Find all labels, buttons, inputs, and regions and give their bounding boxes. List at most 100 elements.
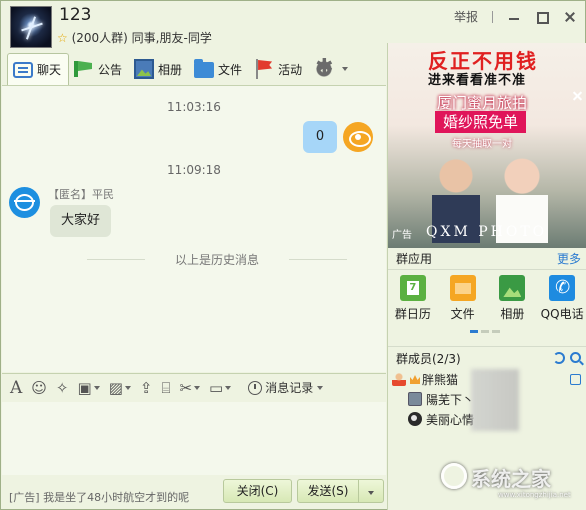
close-icon[interactable]	[572, 91, 582, 101]
tab-activity[interactable]: 活动	[249, 54, 309, 84]
phone-icon	[549, 275, 576, 301]
tab-album[interactable]: 相册	[129, 54, 189, 84]
member-avatar-icon	[408, 392, 422, 406]
close-button[interactable]: 关闭(C)	[223, 479, 292, 503]
ad-tag: 广告	[392, 230, 412, 241]
tab-label: 相册	[158, 62, 183, 77]
app-files[interactable]: 文件	[439, 273, 487, 325]
screenshot-icon[interactable]: ▨	[109, 378, 131, 398]
ad-promo-badge: 婚纱照免单	[435, 111, 527, 133]
footer-ad-text[interactable]: [广告] 我是坐了48小时航空才到的呢	[9, 489, 189, 505]
maximize-icon[interactable]	[535, 11, 549, 24]
app-qq-phone[interactable]: QQ电话	[538, 273, 586, 325]
message-input[interactable]	[2, 402, 386, 475]
settings-button[interactable]	[309, 54, 355, 84]
chevron-down-icon	[93, 385, 100, 390]
minimize-icon[interactable]	[507, 11, 521, 23]
other-message-bubble[interactable]: 大家好	[50, 205, 111, 237]
folder-icon	[449, 275, 476, 301]
history-label: 消息记录	[265, 381, 314, 395]
divider	[492, 10, 493, 23]
upload-icon[interactable]: ⇪	[140, 378, 153, 398]
crown-icon	[410, 375, 420, 384]
right-panel: 反正不用钱 进来看看准不准 厦门蜜月旅拍 婚纱照免单 每天抽取一对 广告 QXM…	[387, 43, 586, 510]
ad-banner[interactable]: 反正不用钱 进来看看准不准 厦门蜜月旅拍 婚纱照免单 每天抽取一对 广告 QXM…	[388, 43, 586, 248]
emoji-icon[interactable]: ☺	[31, 378, 47, 398]
chat-history[interactable]: 11:03:16 0 11:09:18 【匿名】平民 大家好 以上是历史消息	[2, 85, 386, 372]
ad-subline: 进来看看准不准	[428, 73, 527, 88]
members-header: 群成员(2/3)	[388, 346, 586, 370]
apps-title: 群应用	[396, 252, 433, 266]
tab-label: 公告	[98, 62, 123, 77]
scissors-icon[interactable]: ✂	[179, 378, 201, 398]
album-icon	[499, 275, 526, 301]
apps-more-link[interactable]: 更多	[557, 248, 581, 270]
watermark-logo-icon	[441, 463, 467, 489]
message-history-button[interactable]: 消息记录	[248, 379, 324, 396]
feature-tabs: 聊天 公告 相册 文件 活动	[7, 53, 355, 85]
sender-name: 【匿名】平民	[48, 188, 114, 201]
my-avatar[interactable]	[343, 122, 373, 152]
chat-icon	[13, 61, 33, 78]
refresh-icon[interactable]	[553, 352, 565, 364]
font-icon[interactable]: A	[10, 378, 22, 398]
send-button[interactable]: 发送(S)	[297, 479, 359, 503]
chevron-down-icon	[225, 385, 232, 390]
page-dot[interactable]	[470, 330, 478, 333]
anonymous-avatar[interactable]	[9, 187, 40, 218]
ad-promo-title: 厦门蜜月旅拍	[437, 94, 528, 112]
flag-icon	[254, 59, 274, 79]
send-options-button[interactable]	[358, 479, 384, 503]
tab-label: 文件	[218, 62, 243, 77]
calendar-icon	[399, 275, 426, 301]
album-icon	[134, 59, 155, 79]
star-icon: ☆	[57, 31, 68, 45]
history-divider: 以上是历史消息	[87, 251, 347, 268]
edit-icon[interactable]	[570, 373, 581, 385]
member-name: 胖熊猫	[422, 372, 459, 387]
more-icon[interactable]: ▭	[209, 378, 232, 398]
input-toolbar: A ☺ ✧ ▣ ▨ ⇪ ⌸ ✂ ▭ 消息记录	[2, 373, 386, 401]
close-icon[interactable]	[563, 11, 577, 23]
app-label: 相册	[500, 307, 525, 321]
window-controls: 举报	[454, 8, 577, 25]
owner-avatar-icon	[392, 372, 406, 386]
search-icon[interactable]	[570, 352, 581, 363]
message-timestamp: 11:03:16	[167, 100, 221, 114]
tab-chat[interactable]: 聊天	[7, 53, 70, 85]
gift-icon[interactable]: ⌸	[161, 378, 170, 398]
ad-brand: QXM PHOTO	[426, 224, 548, 240]
chevron-down-icon	[342, 67, 349, 71]
tab-files[interactable]: 文件	[189, 54, 249, 84]
magic-icon[interactable]: ✧	[56, 378, 69, 398]
folder-icon	[194, 59, 215, 78]
watermark-text: 系统之家	[471, 467, 551, 491]
tab-notice[interactable]: 公告	[69, 54, 129, 84]
member-name: 美丽心情	[426, 412, 475, 427]
gear-icon	[314, 57, 335, 79]
app-label: 群日历	[394, 307, 431, 321]
gift-box-icon[interactable]: ▣	[78, 378, 100, 398]
member-avatar-icon	[408, 412, 422, 426]
apps-list: 群日历 文件 相册 QQ电话	[388, 273, 586, 325]
group-name: 123	[59, 5, 92, 25]
clock-icon	[248, 380, 263, 395]
group-avatar[interactable]	[10, 6, 52, 48]
app-label: QQ电话	[540, 307, 584, 321]
members-title: 群成员(2/3)	[396, 352, 461, 366]
app-album[interactable]: 相册	[488, 273, 536, 325]
message-timestamp: 11:09:18	[167, 163, 221, 177]
apps-pager[interactable]	[470, 330, 500, 333]
page-dot[interactable]	[481, 330, 489, 333]
tab-label: 活动	[278, 62, 303, 77]
chevron-down-icon	[124, 385, 131, 390]
member-name: 陽芜下丶	[426, 392, 475, 407]
page-dot[interactable]	[492, 330, 500, 333]
app-calendar[interactable]: 群日历	[389, 273, 437, 325]
my-message-bubble[interactable]: 0	[303, 121, 337, 153]
apps-header: 群应用 更多	[388, 248, 586, 270]
chevron-down-icon	[368, 491, 374, 495]
privacy-blur	[471, 369, 519, 431]
report-button[interactable]: 举报	[454, 8, 478, 25]
tab-label: 聊天	[37, 63, 62, 77]
